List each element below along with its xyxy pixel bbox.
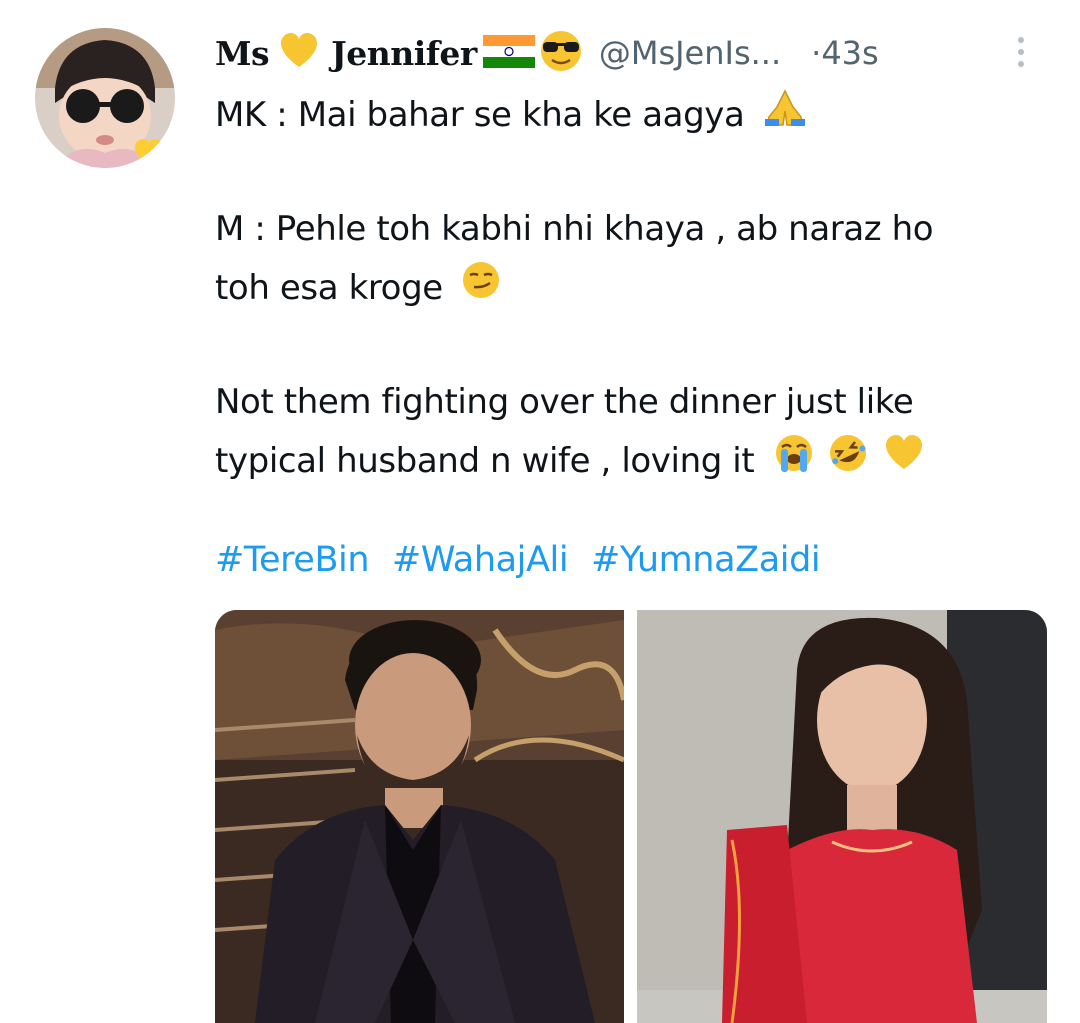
hashtag-terebin[interactable]: #TereBin (215, 540, 370, 580)
tweet-line-5: typical husband n wife , loving it (215, 441, 755, 481)
tweet-line-1: MK : Mai bahar se kha ke aagya (215, 95, 745, 135)
hashtags: #TereBin #WahajAli #YumnaZaidi (215, 540, 832, 580)
tweet-photo-1[interactable] (215, 610, 624, 1023)
tweet-line-2: M : Pehle toh kabhi nhi khaya , ab naraz… (215, 209, 934, 249)
loudly-crying-face-icon (773, 432, 815, 493)
tweet-line-4: Not them fighting over the dinner just l… (215, 382, 914, 422)
tweet-photo-2[interactable] (637, 610, 1047, 1023)
hashtag-yumnazaidi[interactable]: #YumnaZaidi (591, 540, 821, 580)
tweet-line-3: toh esa kroge (215, 268, 443, 308)
rolling-laughing-face-icon (827, 432, 869, 493)
yellow-heart-icon (882, 433, 926, 492)
tweet-text: MK : Mai bahar se kha ke aagya M : Pehle… (215, 86, 1045, 491)
folded-hands-icon (763, 87, 807, 146)
yellow-heart-icon (279, 31, 319, 75)
user-handle[interactable]: @MsJenIs... (599, 34, 781, 72)
tweet-header: Ms Jennifer @MsJenIs... · 43s (215, 28, 1045, 78)
more-vertical-icon[interactable] (1012, 34, 1030, 70)
display-name-part2[interactable]: Jennifer (331, 34, 477, 73)
india-flag-icon (482, 33, 535, 73)
avatar-photo (35, 28, 175, 168)
woman-portrait-image (637, 610, 1047, 1023)
display-name-part1[interactable]: Ms (215, 34, 270, 73)
hashtag-wahajali[interactable]: #WahajAli (392, 540, 569, 580)
separator: · (811, 34, 822, 72)
man-portrait-image (215, 610, 624, 1023)
avatar[interactable] (35, 28, 175, 168)
smirk-face-icon (461, 260, 501, 319)
sunglasses-face-icon (537, 29, 585, 77)
timestamp[interactable]: 43s (821, 34, 878, 72)
